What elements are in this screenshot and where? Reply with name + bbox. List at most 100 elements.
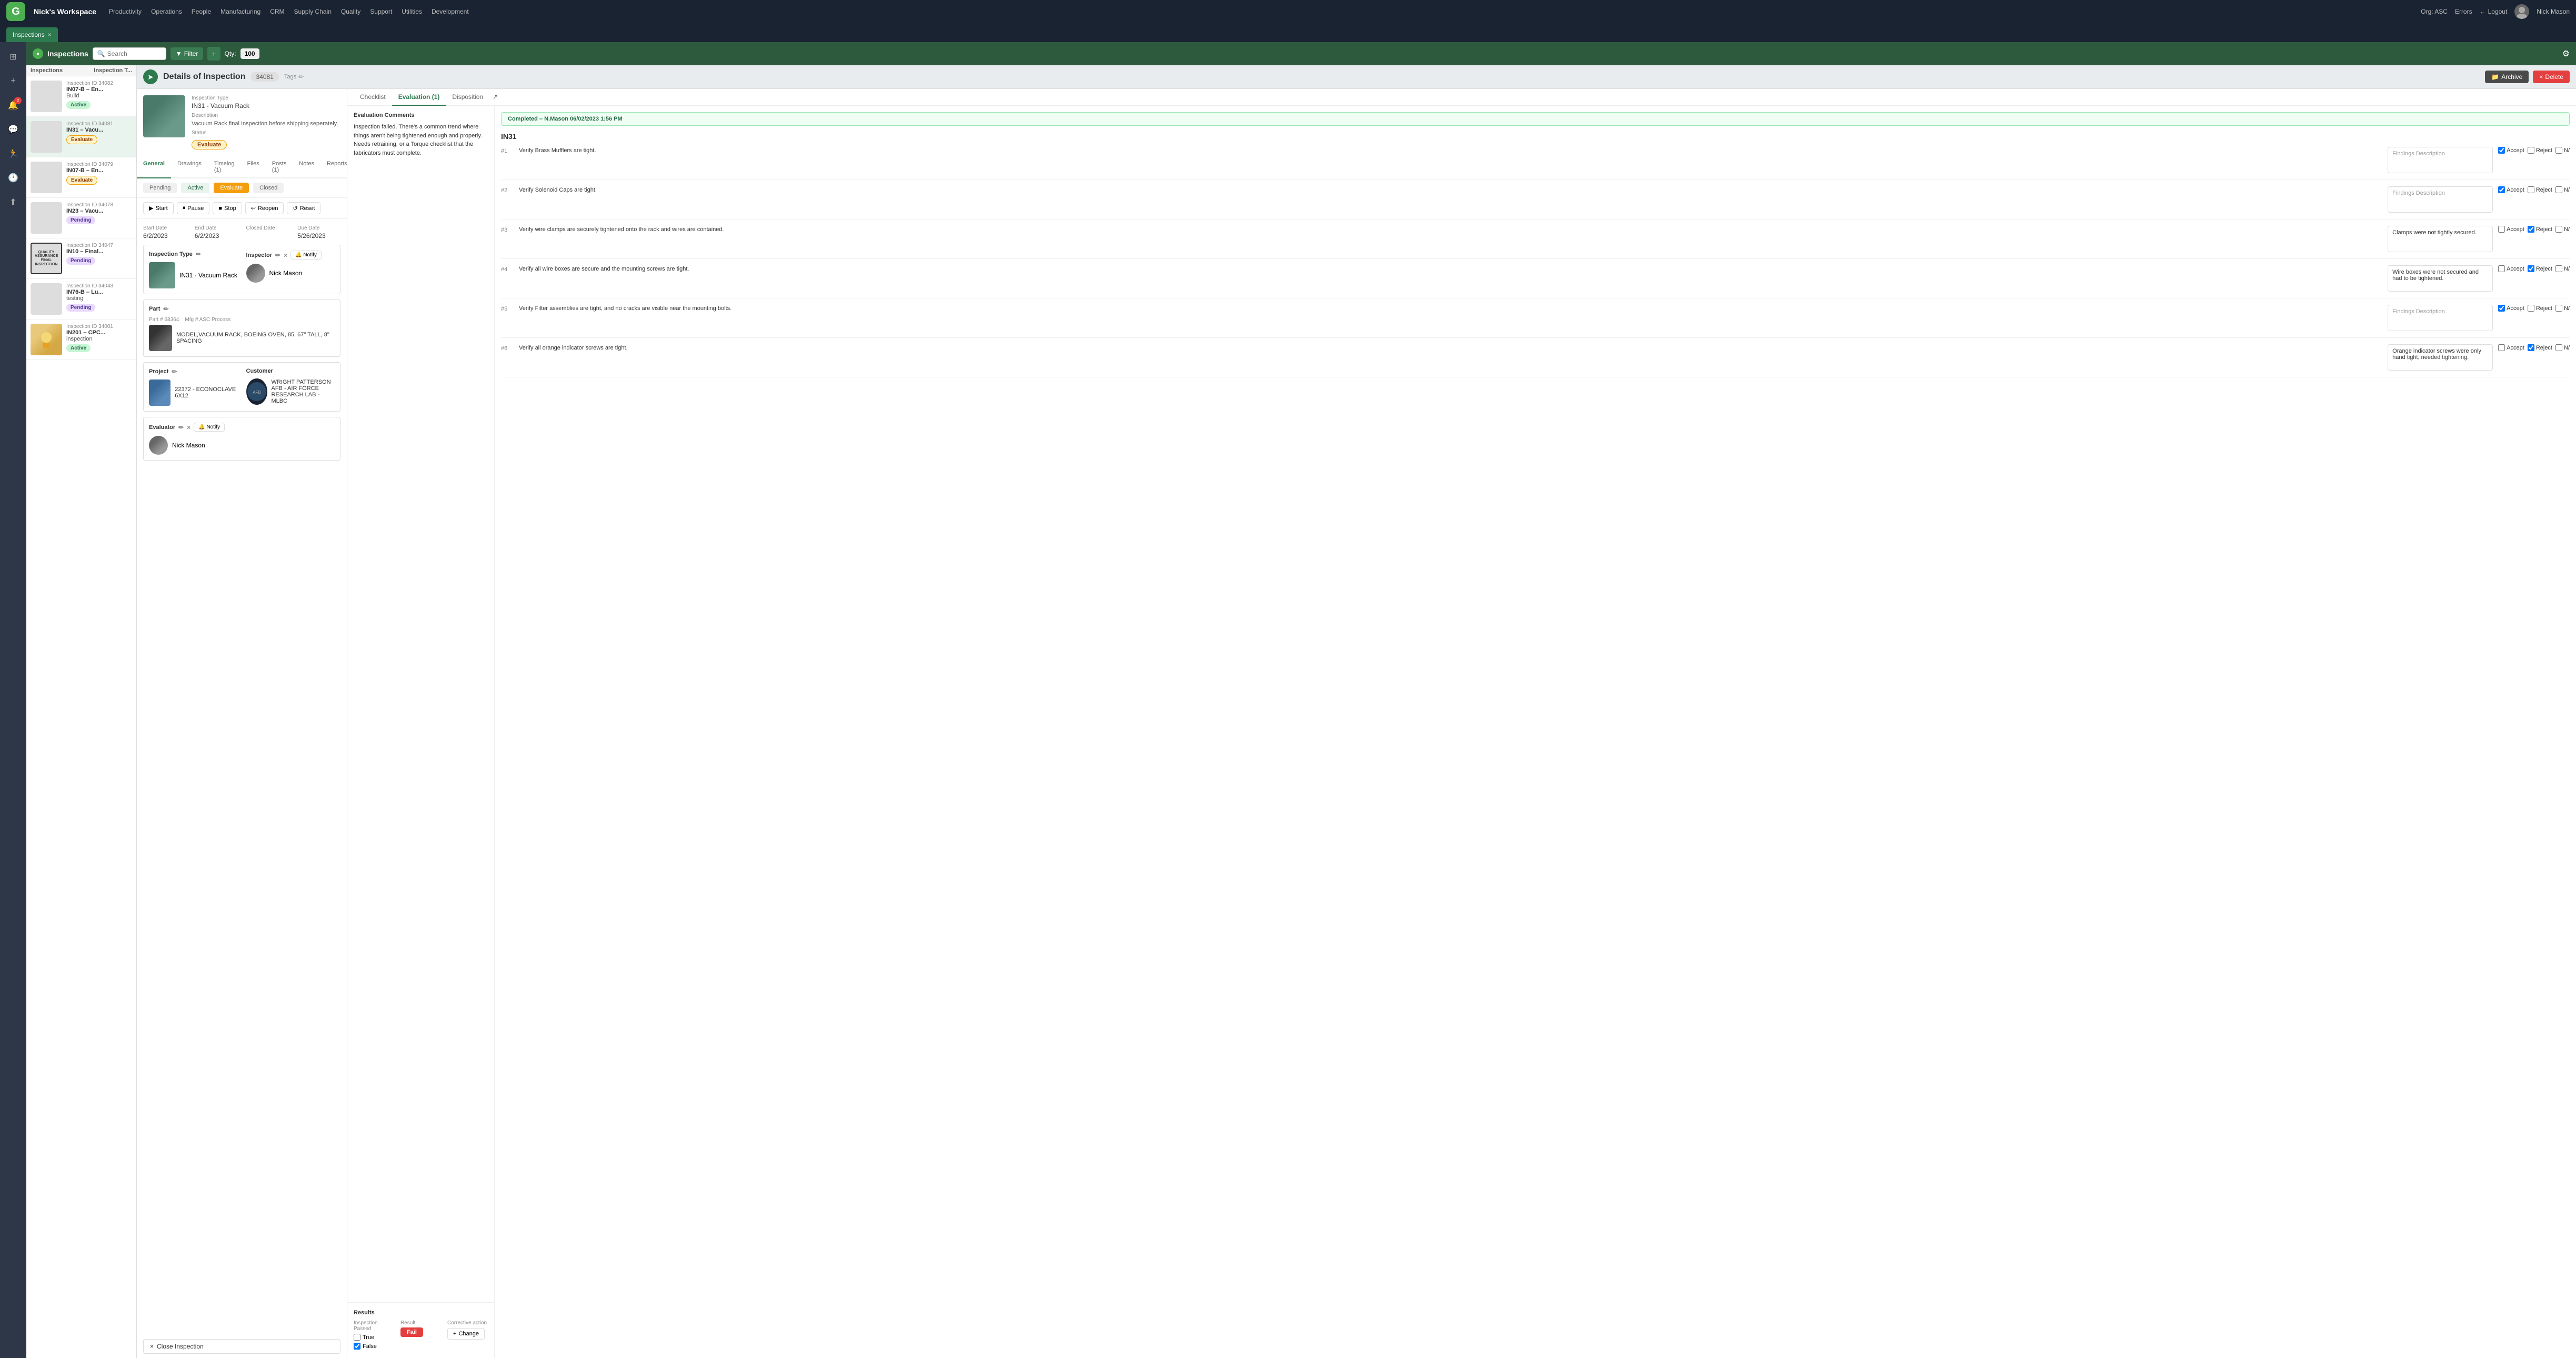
false-checkbox[interactable]	[354, 1343, 360, 1350]
stage-evaluate[interactable]: Evaluate	[214, 183, 249, 193]
list-item[interactable]: Inspection ID 34079 IN07-B – En... Evalu…	[26, 157, 136, 198]
list-item[interactable]: Inspection ID 34082 IN07-B – En... Build…	[26, 76, 136, 117]
na-checkbox[interactable]	[2555, 305, 2562, 312]
tab-posts[interactable]: Posts (1)	[266, 156, 293, 178]
inspector-edit-icon[interactable]: ✏	[275, 252, 280, 259]
nav-crm[interactable]: CRM	[270, 8, 284, 15]
sidebar-upload-icon[interactable]: ⬆	[4, 193, 23, 212]
change-button[interactable]: + Change	[447, 1328, 485, 1340]
reject-checkbox[interactable]	[2528, 147, 2534, 154]
tab-files[interactable]: Files	[241, 156, 266, 178]
reject-action[interactable]: Reject	[2528, 344, 2552, 351]
stage-closed[interactable]: Closed	[253, 183, 284, 193]
nav-development[interactable]: Development	[432, 8, 469, 15]
inspection-type-edit-icon[interactable]: ✏	[196, 251, 201, 258]
list-item[interactable]: Inspection ID 34081 IN31 – Vacu... Evalu…	[26, 117, 136, 157]
reject-action[interactable]: Reject	[2528, 147, 2552, 154]
tab-checklist[interactable]: Checklist	[354, 89, 392, 106]
delete-button[interactable]: × Delete	[2533, 71, 2570, 83]
stop-button[interactable]: ■ Stop	[213, 202, 242, 214]
reject-action[interactable]: Reject	[2528, 226, 2552, 233]
reject-checkbox[interactable]	[2528, 186, 2534, 193]
reject-action[interactable]: Reject	[2528, 305, 2552, 312]
list-item[interactable]: Inspection ID 34078 IN23 – Vacu... Pendi…	[26, 198, 136, 238]
reject-checkbox[interactable]	[2528, 226, 2534, 233]
inspector-remove-icon[interactable]: ×	[284, 252, 287, 259]
start-button[interactable]: ▶ Start	[143, 202, 174, 214]
check-findings[interactable]: Findings Description	[2388, 147, 2493, 173]
na-action[interactable]: N/	[2555, 226, 2570, 233]
sidebar-clock-icon[interactable]: 🕐	[4, 168, 23, 187]
back-button[interactable]: ➤	[143, 69, 158, 84]
tab-evaluation[interactable]: Evaluation (1)	[392, 89, 446, 106]
na-action[interactable]: N/	[2555, 265, 2570, 272]
na-action[interactable]: N/	[2555, 344, 2570, 351]
errors-button[interactable]: Errors	[2455, 8, 2472, 15]
settings-button[interactable]: ⚙	[2562, 48, 2570, 59]
evaluator-edit-icon[interactable]: ✏	[178, 424, 184, 431]
true-checkbox[interactable]	[354, 1334, 360, 1341]
check-findings[interactable]: Findings Description	[2388, 305, 2493, 331]
accept-checkbox[interactable]	[2498, 147, 2505, 154]
list-item[interactable]: Inspection ID 34001 IN201 – CPC... inspe…	[26, 319, 136, 360]
sidebar-grid-icon[interactable]: ⊞	[4, 47, 23, 66]
tab-drawings[interactable]: Drawings	[171, 156, 208, 178]
reject-checkbox[interactable]	[2528, 305, 2534, 312]
accept-action[interactable]: Accept	[2498, 305, 2524, 312]
filter-button[interactable]: ▼ Filter	[171, 47, 204, 60]
reject-checkbox[interactable]	[2528, 344, 2534, 351]
reopen-button[interactable]: ↩ Reopen	[245, 202, 284, 214]
tab-close-icon[interactable]: ×	[48, 31, 52, 38]
check-findings[interactable]: Clamps were not tightly secured.	[2388, 226, 2493, 252]
accept-action[interactable]: Accept	[2498, 265, 2524, 272]
nav-people[interactable]: People	[192, 8, 211, 15]
reset-button[interactable]: ↺ Reset	[287, 202, 320, 214]
sidebar-add-icon[interactable]: +	[4, 72, 23, 91]
nav-quality[interactable]: Quality	[341, 8, 360, 15]
part-edit-icon[interactable]: ✏	[163, 305, 168, 313]
tab-inspections[interactable]: Inspections ×	[6, 27, 58, 42]
accept-checkbox[interactable]	[2498, 344, 2505, 351]
close-inspection-button[interactable]: × Close Inspection	[143, 1339, 340, 1354]
na-checkbox[interactable]	[2555, 147, 2562, 154]
na-checkbox[interactable]	[2555, 186, 2562, 193]
eval-external-link-icon[interactable]: ↗	[489, 89, 501, 105]
nav-utilities[interactable]: Utilities	[402, 8, 422, 15]
nav-manufacturing[interactable]: Manufacturing	[220, 8, 260, 15]
na-checkbox[interactable]	[2555, 226, 2562, 233]
pause-button[interactable]: ⏸ Pause	[177, 202, 210, 214]
list-item[interactable]: QUALITYASSURANCEFINALINSPECTION Inspecti…	[26, 238, 136, 279]
na-action[interactable]: N/	[2555, 147, 2570, 154]
reject-action[interactable]: Reject	[2528, 186, 2552, 193]
accept-checkbox[interactable]	[2498, 265, 2505, 272]
stage-pending[interactable]: Pending	[143, 183, 177, 193]
accept-action[interactable]: Accept	[2498, 186, 2524, 193]
inspector-notify-button[interactable]: 🔔 Notify	[290, 251, 322, 259]
project-edit-icon[interactable]: ✏	[172, 368, 177, 375]
archive-button[interactable]: 📁 Archive	[2485, 71, 2529, 83]
evaluator-notify-button[interactable]: 🔔 Notify	[194, 423, 225, 432]
tab-reports[interactable]: Reports	[320, 156, 347, 178]
tab-timelog[interactable]: Timelog (1)	[208, 156, 241, 178]
tags-edit-icon[interactable]: ✏	[298, 73, 304, 81]
list-item[interactable]: Inspection ID 34043 IN76-B – Lu... testi…	[26, 279, 136, 319]
reject-action[interactable]: Reject	[2528, 265, 2552, 272]
check-findings[interactable]: Wire boxes were not secured and had to b…	[2388, 265, 2493, 292]
tab-notes[interactable]: Notes	[293, 156, 320, 178]
sidebar-run-icon[interactable]: 🏃	[4, 144, 23, 163]
nav-support[interactable]: Support	[370, 8, 392, 15]
accept-action[interactable]: Accept	[2498, 147, 2524, 154]
reject-checkbox[interactable]	[2528, 265, 2534, 272]
stage-active[interactable]: Active	[181, 183, 209, 193]
add-button[interactable]: +	[207, 47, 220, 61]
search-input[interactable]	[107, 50, 162, 57]
nav-supply-chain[interactable]: Supply Chain	[294, 8, 332, 15]
tab-general[interactable]: General	[137, 156, 171, 178]
tab-disposition[interactable]: Disposition	[446, 89, 489, 106]
sidebar-chat-icon[interactable]: 💬	[4, 120, 23, 139]
nav-operations[interactable]: Operations	[151, 8, 182, 15]
accept-action[interactable]: Accept	[2498, 344, 2524, 351]
check-findings[interactable]: Orange indicator screws were only hand t…	[2388, 344, 2493, 371]
evaluator-remove-icon[interactable]: ×	[187, 424, 191, 431]
accept-checkbox[interactable]	[2498, 226, 2505, 233]
